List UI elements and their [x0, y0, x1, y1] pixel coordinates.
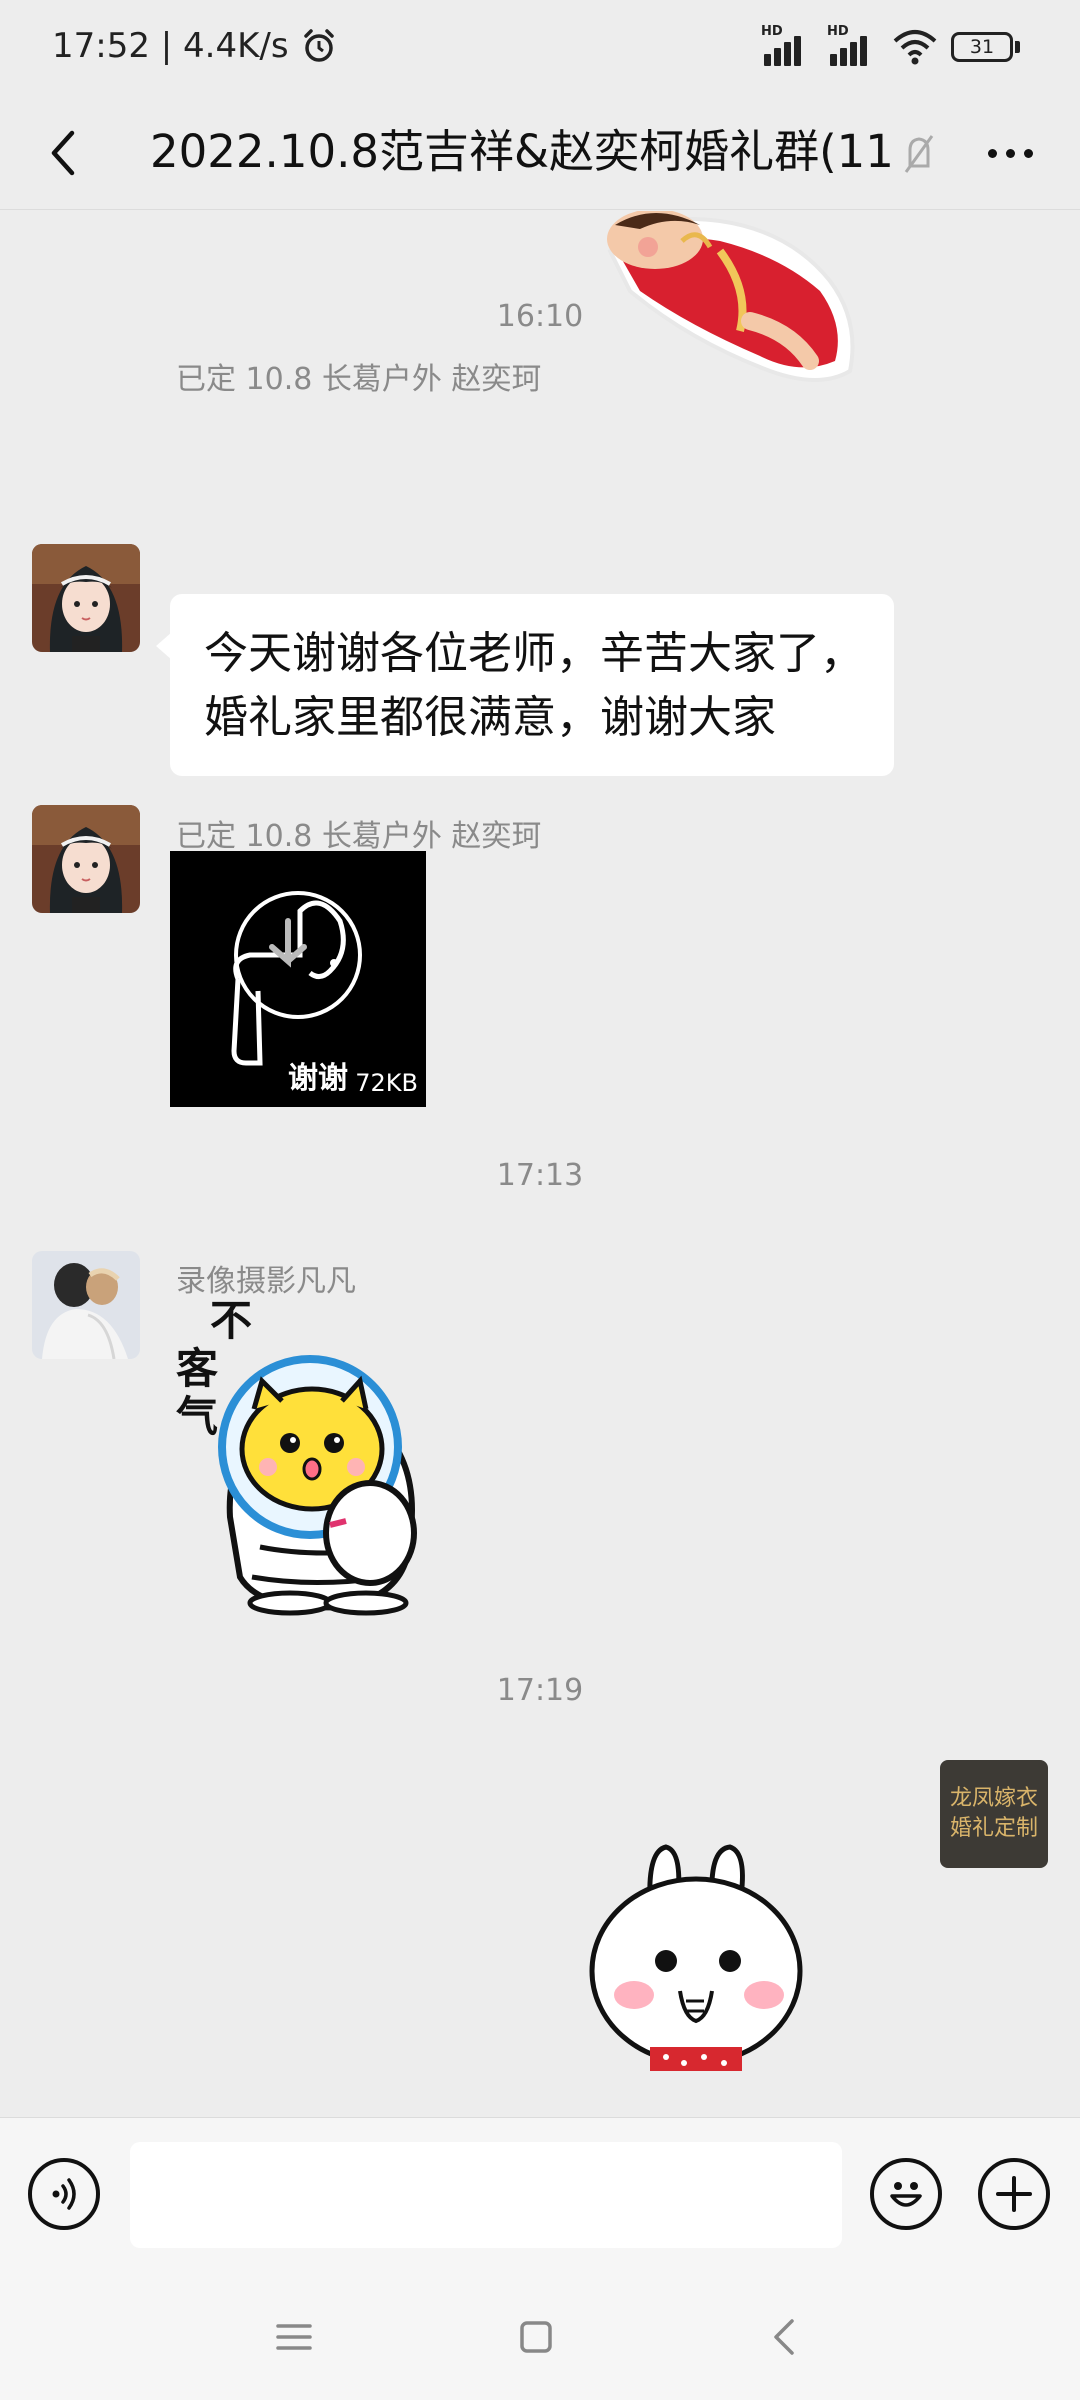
hd-label: HD — [761, 24, 783, 39]
chat-title: 2022.10.8范吉祥&赵奕柯婚礼群(11) — [150, 125, 890, 178]
my-avatar[interactable]: 龙凤嫁衣 婚礼定制 — [940, 1760, 1048, 1868]
timestamp: 17:19 — [496, 1673, 584, 1708]
more-button[interactable] — [968, 118, 1052, 188]
timestamp: 16:10 — [496, 299, 584, 334]
message-input[interactable] — [130, 2142, 842, 2248]
menu-nav-button[interactable] — [264, 2307, 324, 2367]
astronaut-cat-sticker[interactable]: 不 客 气 — [170, 1297, 470, 1617]
alarm-icon — [303, 29, 334, 62]
back-nav-button[interactable] — [754, 2307, 814, 2367]
chat-area[interactable]: 16:10 已定 10.8 长葛户外 赵奕珂 今天谢谢各位老师，辛苦大家了， 婚… — [0, 211, 1080, 2117]
brand-badge-line-2: 婚礼定制 — [949, 1816, 1038, 1841]
sender-name: 录像摄影凡凡 — [176, 1264, 356, 1299]
mute-bell-icon — [904, 135, 934, 173]
sender-name: 已定 10.8 长葛户外 赵奕珂 — [176, 362, 542, 397]
emoji-button[interactable] — [870, 2158, 942, 2230]
bunny-sticker[interactable] — [580, 1831, 820, 2071]
back-arrow-icon — [51, 130, 75, 176]
sender-name: 已定 10.8 长葛户外 赵奕珂 — [176, 819, 542, 854]
home-icon — [520, 2321, 552, 2353]
status-left: 17:52 | 4.4K/s — [52, 26, 337, 66]
voice-icon — [52, 2178, 76, 2210]
signal-icon: HD — [761, 24, 813, 66]
message-line-2: 婚礼家里都很满意，谢谢大家 — [204, 692, 776, 743]
back-button[interactable] — [28, 118, 98, 188]
status-right: HD HD 31 — [761, 24, 1020, 66]
home-nav-button[interactable] — [506, 2307, 566, 2367]
avatar[interactable] — [32, 805, 140, 913]
title-bar: 2022.10.8范吉祥&赵奕柯婚礼群(11) — [0, 96, 1080, 210]
voice-button[interactable] — [28, 2158, 100, 2230]
status-time-speed: 17:52 | 4.4K/s — [52, 26, 289, 66]
signal-icon-2: HD — [827, 24, 879, 66]
menu-icon — [276, 2324, 312, 2350]
more-icon — [987, 148, 997, 158]
status-bar: 17:52 | 4.4K/s HD HD 31 — [0, 0, 1080, 96]
emoji-icon — [890, 2182, 922, 2207]
text-message-bubble[interactable]: 今天谢谢各位老师，辛苦大家了， 婚礼家里都很满意，谢谢大家 — [156, 594, 894, 776]
avatar[interactable] — [32, 544, 140, 652]
back-nav-icon — [774, 2319, 794, 2355]
hd-label-2: HD — [827, 24, 849, 39]
plus-button[interactable] — [978, 2158, 1050, 2230]
image-message[interactable]: 谢谢 72KB — [170, 851, 426, 1107]
image-caption: 谢谢 — [288, 1061, 348, 1096]
wifi-icon — [893, 30, 937, 65]
image-size-label: 72KB — [355, 1069, 418, 1097]
input-bar — [0, 2117, 1080, 2275]
avatar[interactable] — [32, 1251, 140, 1359]
message-line-1: 今天谢谢各位老师，辛苦大家了， — [204, 628, 864, 679]
plus-icon — [996, 2176, 1032, 2212]
battery-icon: 31 — [951, 32, 1020, 62]
battery-level: 31 — [951, 32, 1013, 62]
brand-badge-line-1: 龙凤嫁衣 — [949, 1786, 1038, 1811]
timestamp: 17:13 — [496, 1158, 584, 1193]
system-nav-bar — [0, 2275, 1080, 2400]
